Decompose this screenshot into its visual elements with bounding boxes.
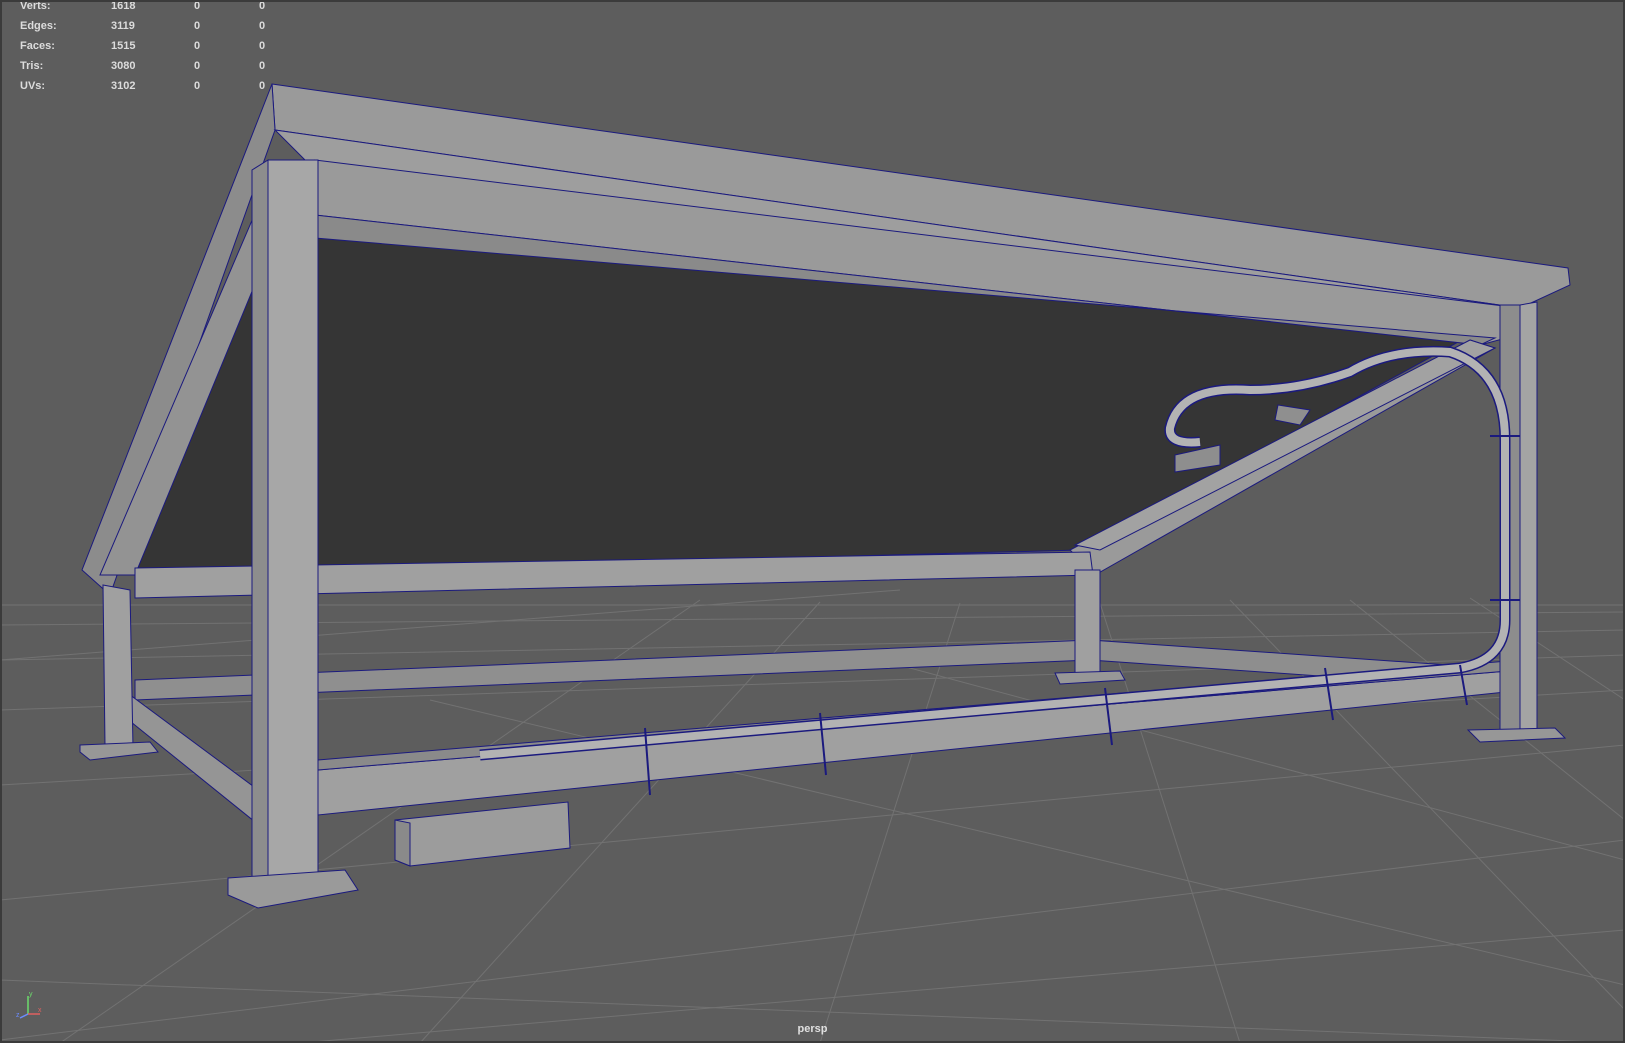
post-front-right	[1519, 301, 1538, 736]
shelter-model[interactable]	[79, 83, 1571, 909]
hud-row: Tris: 3080 0 0	[0, 60, 280, 74]
post-back-right	[1074, 569, 1101, 679]
hud-row-label: Edges:	[20, 20, 57, 32]
viewport-panel[interactable]: Verts: 1618 0 0 Edges: 3119 0 0 Faces: 1515 0 0 Tris…	[0, 0, 1625, 1043]
hud-row: Edges: 3119 0 0	[0, 20, 280, 34]
hud-component-value: 0	[259, 80, 266, 92]
foot-back-right	[1054, 670, 1126, 685]
hud-row: UVs: 3102 0 0	[0, 80, 280, 94]
post-front-left	[267, 159, 319, 896]
post-back-left	[102, 584, 134, 749]
hud-row-label: Tris:	[20, 60, 44, 72]
hud-total-value: 3080	[111, 60, 136, 72]
hud-total-value: 1618	[111, 0, 136, 12]
hud-total-value: 1515	[111, 40, 136, 52]
hud-component-value: 0	[259, 60, 266, 72]
hud-row-label: UVs:	[20, 80, 46, 92]
hud-total-value: 3119	[111, 20, 135, 32]
junction-box	[394, 801, 571, 867]
axis-z-label: z	[16, 1012, 20, 1019]
hud-row-label: Verts:	[20, 0, 51, 12]
hud-row: Verts: 1618 0 0	[0, 0, 280, 14]
hud-component-value: 0	[259, 20, 266, 32]
hud-selected-value: 0	[194, 80, 201, 92]
foot-front-left	[227, 869, 359, 909]
post-front-left-side	[251, 159, 269, 897]
hud-component-value: 0	[259, 40, 266, 52]
xyz-axis-icon: y x z	[16, 991, 42, 1019]
hud-selected-value: 0	[194, 0, 201, 12]
hud-selected-value: 0	[194, 20, 201, 32]
hud-selected-value: 0	[194, 40, 201, 52]
junction-box-side	[394, 819, 411, 867]
foot-back-left	[79, 741, 159, 761]
hud-row: Faces: 1515 0 0	[0, 40, 280, 54]
axis-y-label: y	[29, 991, 33, 998]
foot-front-right	[1466, 727, 1567, 743]
scene-view[interactable]	[0, 0, 1625, 1043]
bottom-rail-front	[317, 669, 1526, 816]
camera-name-label: persp	[797, 1023, 828, 1035]
hud-selected-value: 0	[194, 60, 201, 72]
axis-x-label: x	[38, 1007, 42, 1014]
hud-total-value: 3102	[111, 80, 136, 92]
hud-component-value: 0	[259, 0, 266, 12]
hud-row-label: Faces:	[20, 40, 55, 52]
